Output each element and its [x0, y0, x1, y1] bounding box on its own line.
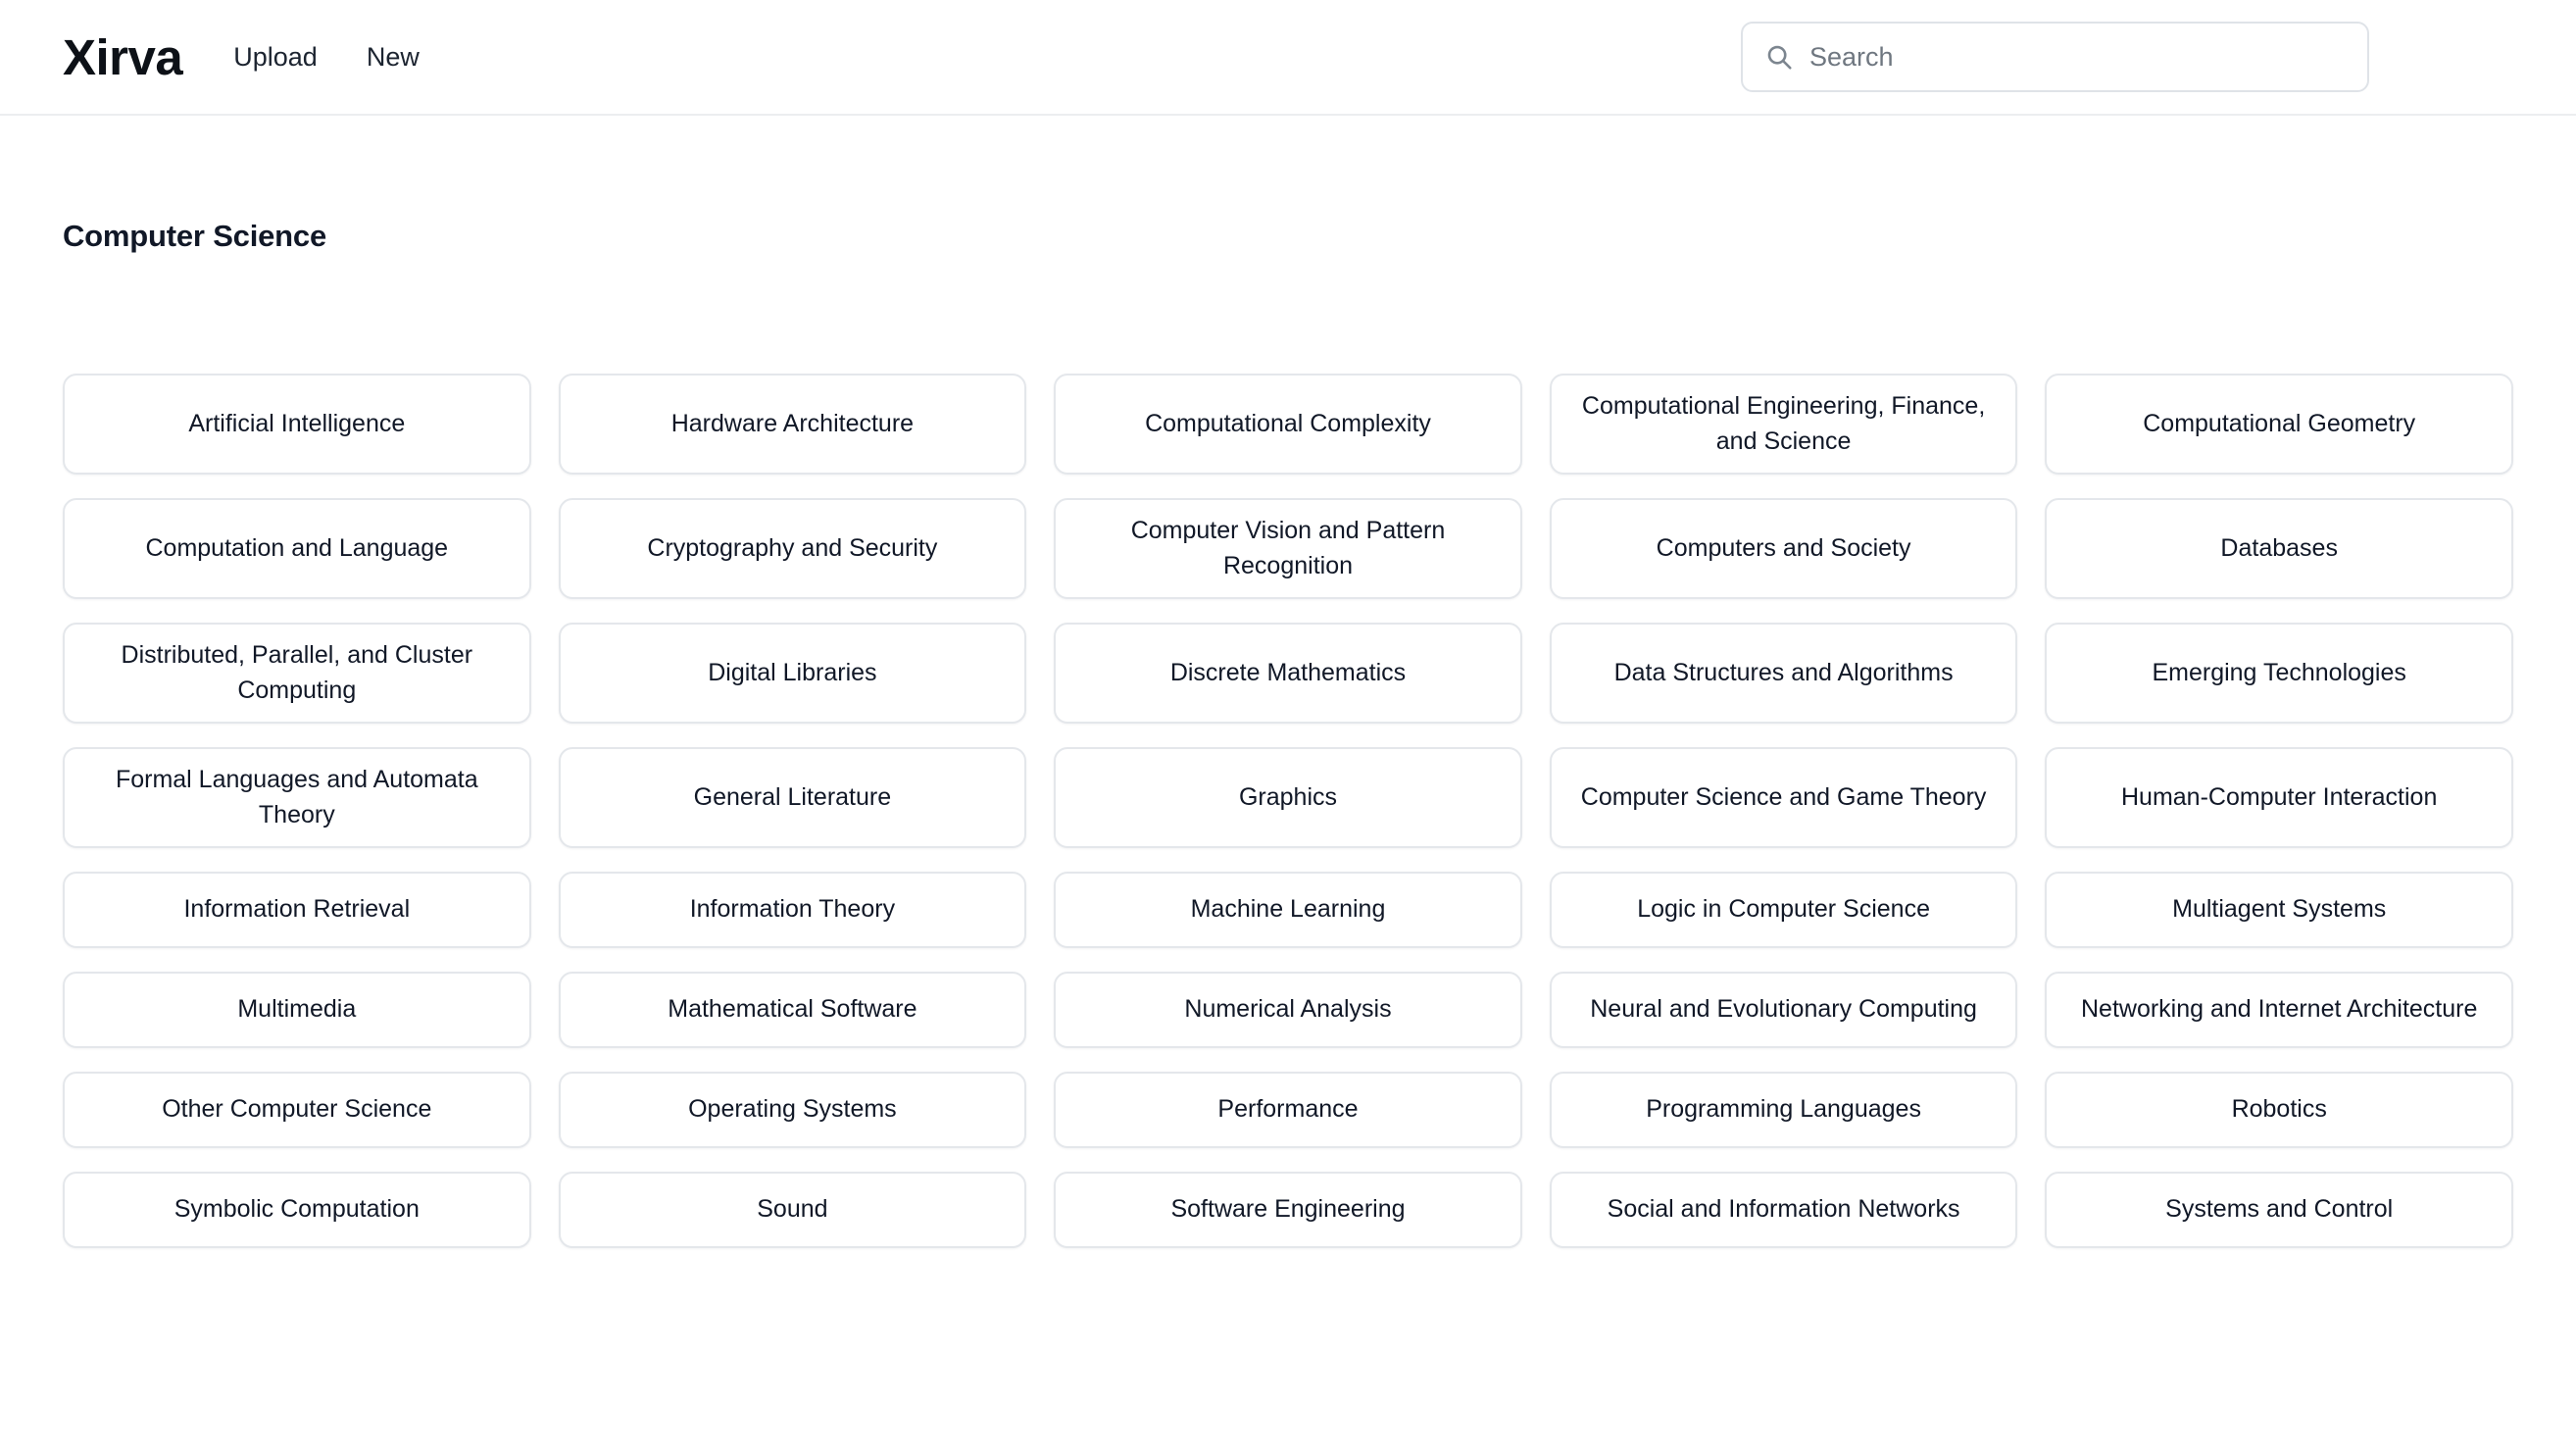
category-card-label: Discrete Mathematics — [1169, 658, 1407, 686]
category-card[interactable]: Information Retrieval — [63, 872, 531, 948]
category-card-label: Symbolic Computation — [173, 1195, 420, 1224]
category-card-label: Digital Libraries — [708, 658, 877, 686]
category-card[interactable]: Systems and Control — [2045, 1172, 2513, 1248]
category-card[interactable]: Computational Geometry — [2045, 374, 2513, 475]
category-grid: Artificial Intelligence Hardware Archite… — [63, 374, 2513, 1248]
category-card[interactable]: Computational Engineering, Finance, and … — [1549, 374, 2018, 475]
category-card-label: Sound — [757, 1195, 828, 1224]
category-card[interactable]: Artificial Intelligence — [63, 374, 531, 475]
category-card-label: Human-Computer Interaction — [2121, 782, 2438, 811]
category-card-label: Operating Systems — [688, 1095, 897, 1124]
category-card[interactable]: Computation and Language — [63, 498, 531, 599]
category-card[interactable]: Other Computer Science — [63, 1072, 531, 1148]
category-card-label: Computers and Society — [1656, 533, 1911, 562]
category-card-label: Numerical Analysis — [1184, 995, 1392, 1024]
category-card[interactable]: Formal Languages and Automata Theory — [63, 747, 531, 848]
category-card-label: Computation and Language — [145, 533, 449, 562]
category-card-label: Emerging Technologies — [2152, 658, 2406, 686]
category-card[interactable]: Digital Libraries — [558, 623, 1027, 724]
category-card[interactable]: Information Theory — [558, 872, 1027, 948]
category-card-label: Distributed, Parallel, and Cluster Compu… — [121, 641, 473, 704]
category-card[interactable]: Robotics — [2045, 1072, 2513, 1148]
category-card-label: Multimedia — [237, 995, 357, 1024]
category-card[interactable]: Programming Languages — [1549, 1072, 2018, 1148]
category-card[interactable]: Hardware Architecture — [558, 374, 1027, 475]
nav-link-new[interactable]: New — [367, 42, 420, 73]
search-icon — [1767, 45, 1792, 70]
category-card-label: Networking and Internet Architecture — [2081, 995, 2478, 1024]
category-card-label: Social and Information Networks — [1607, 1195, 1960, 1224]
category-card-label: General Literature — [693, 782, 892, 811]
category-card-label: Multiagent Systems — [2172, 895, 2387, 924]
category-card[interactable]: Multiagent Systems — [2045, 872, 2513, 948]
search-input[interactable] — [1809, 24, 2346, 90]
category-card[interactable]: Emerging Technologies — [2045, 623, 2513, 724]
category-card[interactable]: Computational Complexity — [1054, 374, 1522, 475]
category-card-label: Computer Vision and Pattern Recognition — [1130, 517, 1446, 579]
category-card[interactable]: Cryptography and Security — [558, 498, 1027, 599]
category-card-label: Computational Complexity — [1145, 409, 1431, 437]
category-card[interactable]: Performance — [1054, 1072, 1522, 1148]
app-header: Xirva Upload New — [0, 0, 2576, 116]
category-card[interactable]: Logic in Computer Science — [1549, 872, 2018, 948]
category-card-label: Information Theory — [689, 895, 896, 924]
category-card-label: Programming Languages — [1646, 1095, 1921, 1124]
category-card[interactable]: Mathematical Software — [558, 972, 1027, 1048]
category-card-label: Hardware Architecture — [670, 409, 915, 437]
category-card-label: Neural and Evolutionary Computing — [1590, 995, 1977, 1024]
category-card[interactable]: Computer Science and Game Theory — [1549, 747, 2018, 848]
page-title: Computer Science — [63, 219, 326, 253]
category-card-label: Software Engineering — [1170, 1195, 1406, 1224]
category-card-label: Machine Learning — [1190, 895, 1386, 924]
category-card[interactable]: Sound — [558, 1172, 1027, 1248]
category-card[interactable]: Computer Vision and Pattern Recognition — [1054, 498, 1522, 599]
main-content: Computer Science Artificial Intelligence… — [0, 219, 2576, 1248]
category-card-label: Computational Geometry — [2143, 409, 2416, 437]
category-card-label: Databases — [2220, 533, 2338, 562]
primary-nav: Upload New — [233, 42, 420, 73]
category-card-label: Logic in Computer Science — [1637, 895, 1930, 924]
category-card-label: Computational Engineering, Finance, and … — [1581, 392, 1986, 455]
category-card-label: Computer Science and Game Theory — [1580, 782, 1987, 811]
category-card-label: Systems and Control — [2165, 1195, 2394, 1224]
category-card[interactable]: Databases — [2045, 498, 2513, 599]
category-card[interactable]: General Literature — [558, 747, 1027, 848]
category-card[interactable]: Social and Information Networks — [1549, 1172, 2018, 1248]
category-card-label: Performance — [1217, 1095, 1359, 1124]
category-card[interactable]: Distributed, Parallel, and Cluster Compu… — [63, 623, 531, 724]
category-card[interactable]: Computers and Society — [1549, 498, 2018, 599]
category-card[interactable]: Machine Learning — [1054, 872, 1522, 948]
category-card[interactable]: Multimedia — [63, 972, 531, 1048]
category-card[interactable]: Software Engineering — [1054, 1172, 1522, 1248]
brand-logo[interactable]: Xirva — [63, 32, 183, 82]
category-card-label: Artificial Intelligence — [188, 409, 406, 437]
category-card[interactable]: Discrete Mathematics — [1054, 623, 1522, 724]
category-card[interactable]: Numerical Analysis — [1054, 972, 1522, 1048]
search-box[interactable] — [1741, 22, 2369, 92]
category-card-label: Mathematical Software — [668, 995, 917, 1024]
category-card[interactable]: Operating Systems — [558, 1072, 1027, 1148]
category-card-label: Robotics — [2231, 1095, 2327, 1124]
category-card[interactable]: Symbolic Computation — [63, 1172, 531, 1248]
category-card[interactable]: Networking and Internet Architecture — [2045, 972, 2513, 1048]
category-card-label: Cryptography and Security — [647, 533, 938, 562]
category-card[interactable]: Graphics — [1054, 747, 1522, 848]
category-card-label: Formal Languages and Automata Theory — [115, 766, 478, 828]
category-card-label: Graphics — [1238, 782, 1338, 811]
category-card-label: Information Retrieval — [183, 895, 411, 924]
category-card-label: Data Structures and Algorithms — [1613, 658, 1954, 686]
category-card[interactable]: Human-Computer Interaction — [2045, 747, 2513, 848]
category-card[interactable]: Neural and Evolutionary Computing — [1549, 972, 2018, 1048]
category-card-label: Other Computer Science — [162, 1095, 432, 1124]
nav-link-upload[interactable]: Upload — [233, 42, 318, 73]
category-card[interactable]: Data Structures and Algorithms — [1549, 623, 2018, 724]
